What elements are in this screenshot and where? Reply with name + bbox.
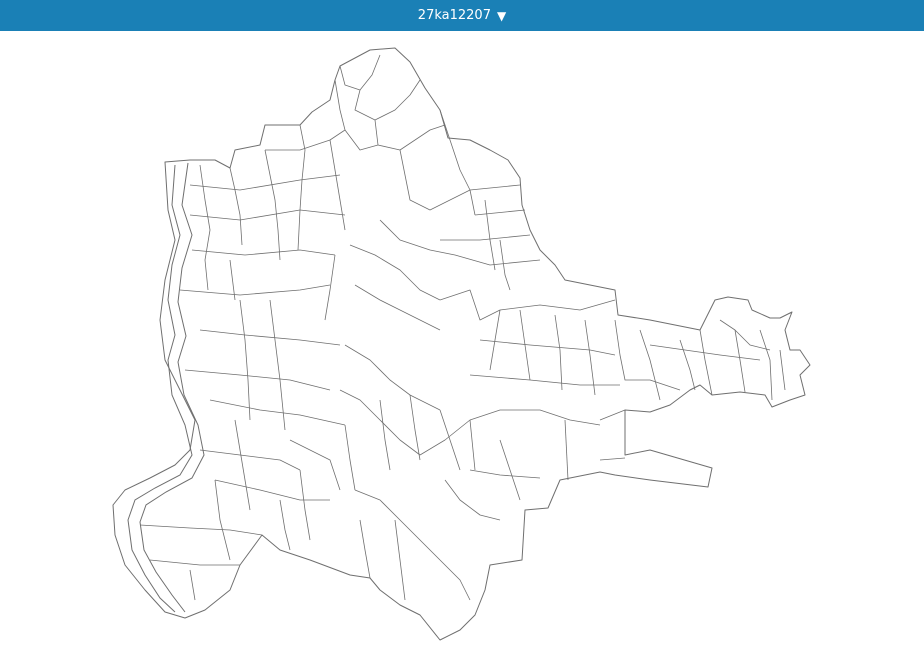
header-bar: 27ka12207 ▼: [0, 0, 924, 31]
area-code-label: 27ka12207: [417, 8, 491, 23]
district-map[interactable]: [0, 31, 924, 660]
map-canvas[interactable]: [0, 31, 924, 660]
map-outline: [112, 47, 811, 641]
area-code-dropdown[interactable]: 27ka12207 ▼: [418, 8, 506, 23]
triangle-down-icon: ▼: [496, 8, 507, 23]
